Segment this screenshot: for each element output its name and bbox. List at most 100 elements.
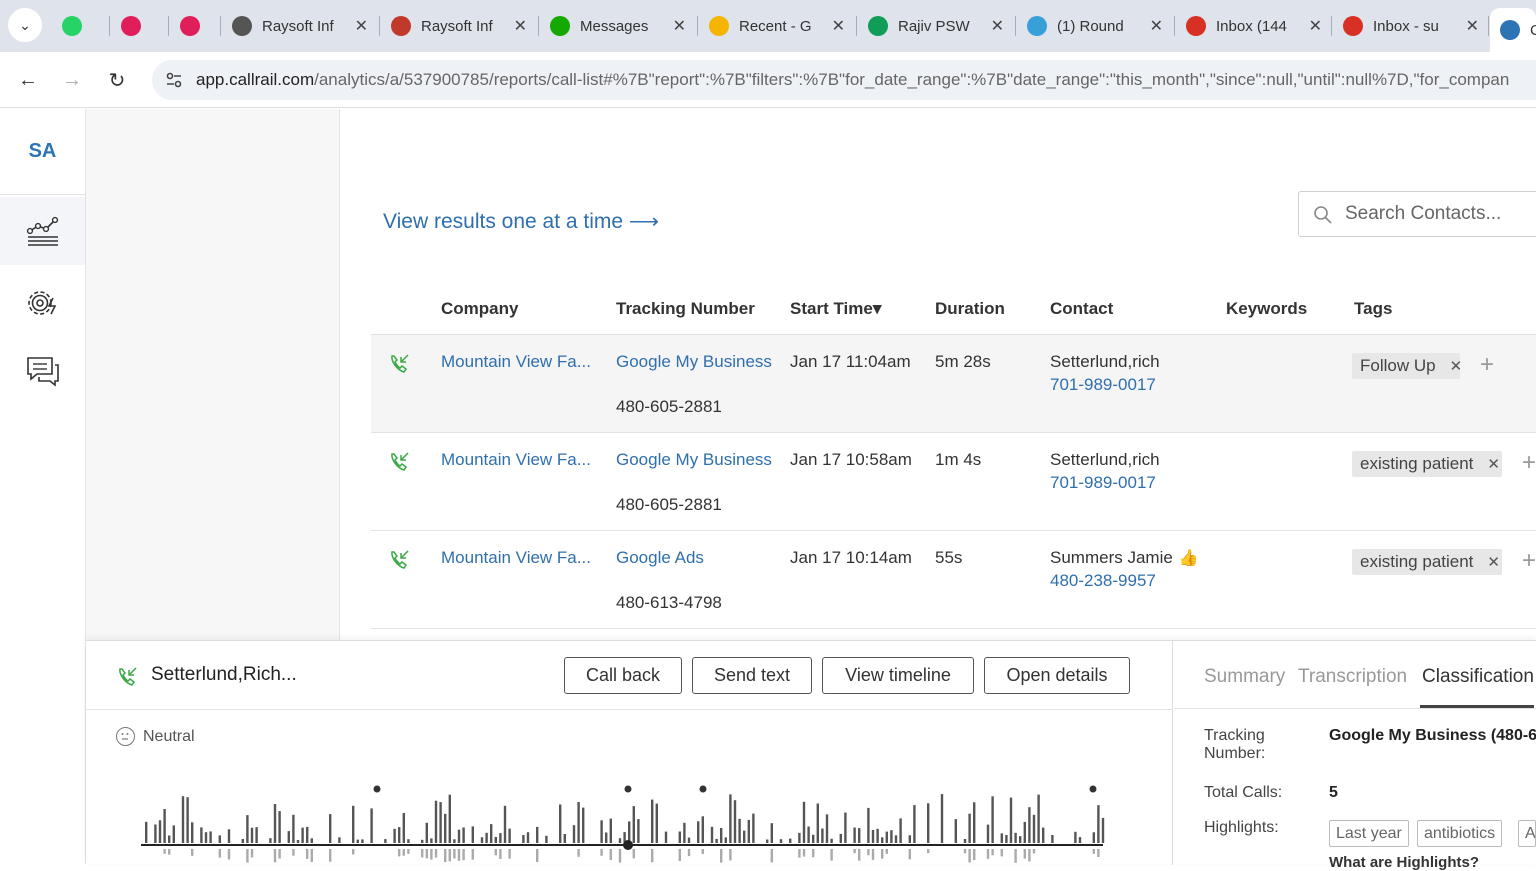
browser-tab[interactable]: Recent - G ✕ — [699, 8, 853, 44]
waveform-bar-upper — [747, 819, 750, 843]
contact-phone-link[interactable]: 701-989-0017 — [1050, 473, 1156, 493]
company-link[interactable]: Mountain View Fa... — [441, 352, 591, 372]
browser-tab[interactable]: Inbox (144 ✕ — [1176, 8, 1330, 44]
waveform-bar-lower — [881, 849, 884, 859]
waveform-bar-upper — [885, 831, 888, 843]
forward-button[interactable]: → — [58, 66, 86, 94]
highlight-chip[interactable]: Last year — [1329, 820, 1409, 847]
view-link-label: View results one at a time — [383, 210, 624, 233]
browser-tab[interactable]: Raysoft Inf ✕ — [222, 8, 376, 44]
table-row[interactable]: Mountain View Fa... Google My Business 480… — [371, 433, 1536, 531]
view-timeline-button[interactable]: View timeline — [822, 657, 974, 694]
column-start-time[interactable]: Start Time▾ — [790, 299, 881, 319]
column-duration[interactable]: Duration — [935, 299, 1005, 319]
browser-tab[interactable] — [52, 8, 102, 44]
close-tab-icon[interactable]: ✕ — [1466, 16, 1479, 36]
waveform-bar-upper — [770, 823, 773, 843]
browser-tab[interactable]: Messages ✕ — [540, 8, 694, 44]
account-logo[interactable]: SA — [0, 109, 85, 195]
contact-phone-link[interactable]: 480-238-9957 — [1050, 571, 1156, 591]
sidebar-item-messages[interactable] — [0, 337, 85, 405]
playhead-handle[interactable] — [623, 840, 633, 850]
source-link[interactable]: Google My Business — [616, 352, 772, 372]
waveform-bar-upper — [605, 832, 608, 843]
waveform-bar-lower — [729, 849, 732, 861]
add-tag-icon[interactable]: + — [1522, 547, 1536, 575]
url-field[interactable]: app.callrail.com/analytics/a/537900785/r… — [152, 60, 1536, 100]
tab-classification[interactable]: Classification — [1422, 666, 1534, 688]
waveform-bar-upper — [536, 826, 539, 843]
column-tags[interactable]: Tags — [1354, 299, 1392, 319]
source-link[interactable]: Google Ads — [616, 548, 704, 568]
contact-phone-link[interactable]: 701-989-0017 — [1050, 375, 1156, 395]
waveform-bar-upper — [830, 838, 833, 843]
browser-tab[interactable] — [170, 8, 220, 44]
tab-separator — [1015, 16, 1016, 36]
tab-search-button[interactable]: ⌄ — [8, 8, 42, 42]
table-row[interactable]: Mountain View Fa... Google Ads 480-613-479… — [371, 531, 1536, 629]
sidebar-item-analytics[interactable] — [0, 197, 85, 265]
browser-tab[interactable]: (1) Round ✕ — [1017, 8, 1171, 44]
company-link[interactable]: Mountain View Fa... — [441, 450, 591, 470]
table-row[interactable]: Mountain View Fa... Google My Business 480… — [371, 335, 1536, 433]
column-company[interactable]: Company — [441, 299, 518, 319]
add-tag-icon[interactable]: + — [1480, 351, 1494, 379]
waveform-marker[interactable] — [699, 785, 707, 793]
tab-transcription[interactable]: Transcription — [1298, 666, 1407, 688]
remove-tag-icon[interactable]: ✕ — [1487, 553, 1500, 571]
company-link[interactable]: Mountain View Fa... — [441, 548, 591, 568]
close-tab-icon[interactable]: ✕ — [1150, 16, 1163, 36]
add-tag-icon[interactable]: + — [1522, 449, 1536, 477]
browser-tab[interactable]: C — [1490, 8, 1536, 52]
open-details-button[interactable]: Open details — [984, 657, 1130, 694]
tab-summary[interactable]: Summary — [1204, 666, 1285, 688]
tab-separator — [168, 16, 169, 36]
column-keywords[interactable]: Keywords — [1226, 299, 1307, 319]
site-settings-icon[interactable] — [164, 70, 184, 90]
close-tab-icon[interactable]: ✕ — [1309, 16, 1322, 36]
waveform-bar-upper — [802, 801, 806, 843]
back-arrow-icon: ← — [18, 68, 38, 91]
highlight-chip[interactable]: antibiotics — [1417, 820, 1503, 847]
send-text-button[interactable]: Send text — [692, 657, 812, 694]
call-audio-waveform[interactable] — [141, 779, 1116, 865]
column-tracking-number[interactable]: Tracking Number — [616, 299, 755, 319]
close-tab-icon[interactable]: ✕ — [832, 16, 845, 36]
waveform-bar-lower — [973, 849, 976, 860]
close-tab-icon[interactable]: ✕ — [991, 16, 1004, 36]
waveform-bar-upper — [687, 837, 691, 843]
whatsapp-icon — [62, 16, 82, 36]
reload-button[interactable]: ↻ — [103, 66, 131, 94]
waveform-marker[interactable] — [624, 785, 632, 793]
browser-tab[interactable]: Rajiv PSW ✕ — [858, 8, 1012, 44]
source-link[interactable]: Google My Business — [616, 450, 772, 470]
waveform-bar-upper — [1101, 817, 1105, 843]
close-tab-icon[interactable]: ✕ — [673, 16, 686, 36]
sidebar-item-settings[interactable] — [0, 269, 85, 337]
close-tab-icon[interactable]: ✕ — [355, 16, 368, 36]
column-contact[interactable]: Contact — [1050, 299, 1113, 319]
waveform-bar-lower — [991, 849, 994, 856]
close-tab-icon[interactable]: ✕ — [514, 16, 527, 36]
waveform-bar-lower — [398, 849, 401, 857]
browser-tab[interactable] — [111, 8, 161, 44]
highlight-chip[interactable]: A — [1518, 820, 1536, 847]
waveform-marker[interactable] — [1089, 785, 1097, 793]
waveform-bar-upper — [1042, 827, 1045, 843]
inbound-call-icon — [391, 354, 409, 373]
waveform-marker[interactable] — [373, 785, 381, 793]
call-back-button[interactable]: Call back — [564, 657, 682, 694]
view-one-at-a-time-link[interactable]: View results one at a time ⟶ — [383, 209, 659, 234]
upwork-icon — [550, 16, 570, 36]
waveform-bar-lower — [830, 849, 833, 861]
browser-tab[interactable]: Raysoft Inf ✕ — [381, 8, 535, 44]
remove-tag-icon[interactable]: ✕ — [1450, 357, 1463, 375]
search-contacts-input[interactable]: Search Contacts... — [1298, 191, 1536, 237]
browser-tab[interactable]: Inbox - su ✕ — [1333, 8, 1487, 44]
tracking-number: 480-605-2881 — [616, 397, 722, 416]
remove-tag-icon[interactable]: ✕ — [1487, 455, 1500, 473]
what-are-highlights-link[interactable]: What are Highlights? — [1329, 854, 1479, 871]
waveform-bar-upper — [200, 827, 203, 843]
back-button[interactable]: ← — [14, 66, 42, 94]
waveform-bar-lower — [310, 849, 313, 862]
